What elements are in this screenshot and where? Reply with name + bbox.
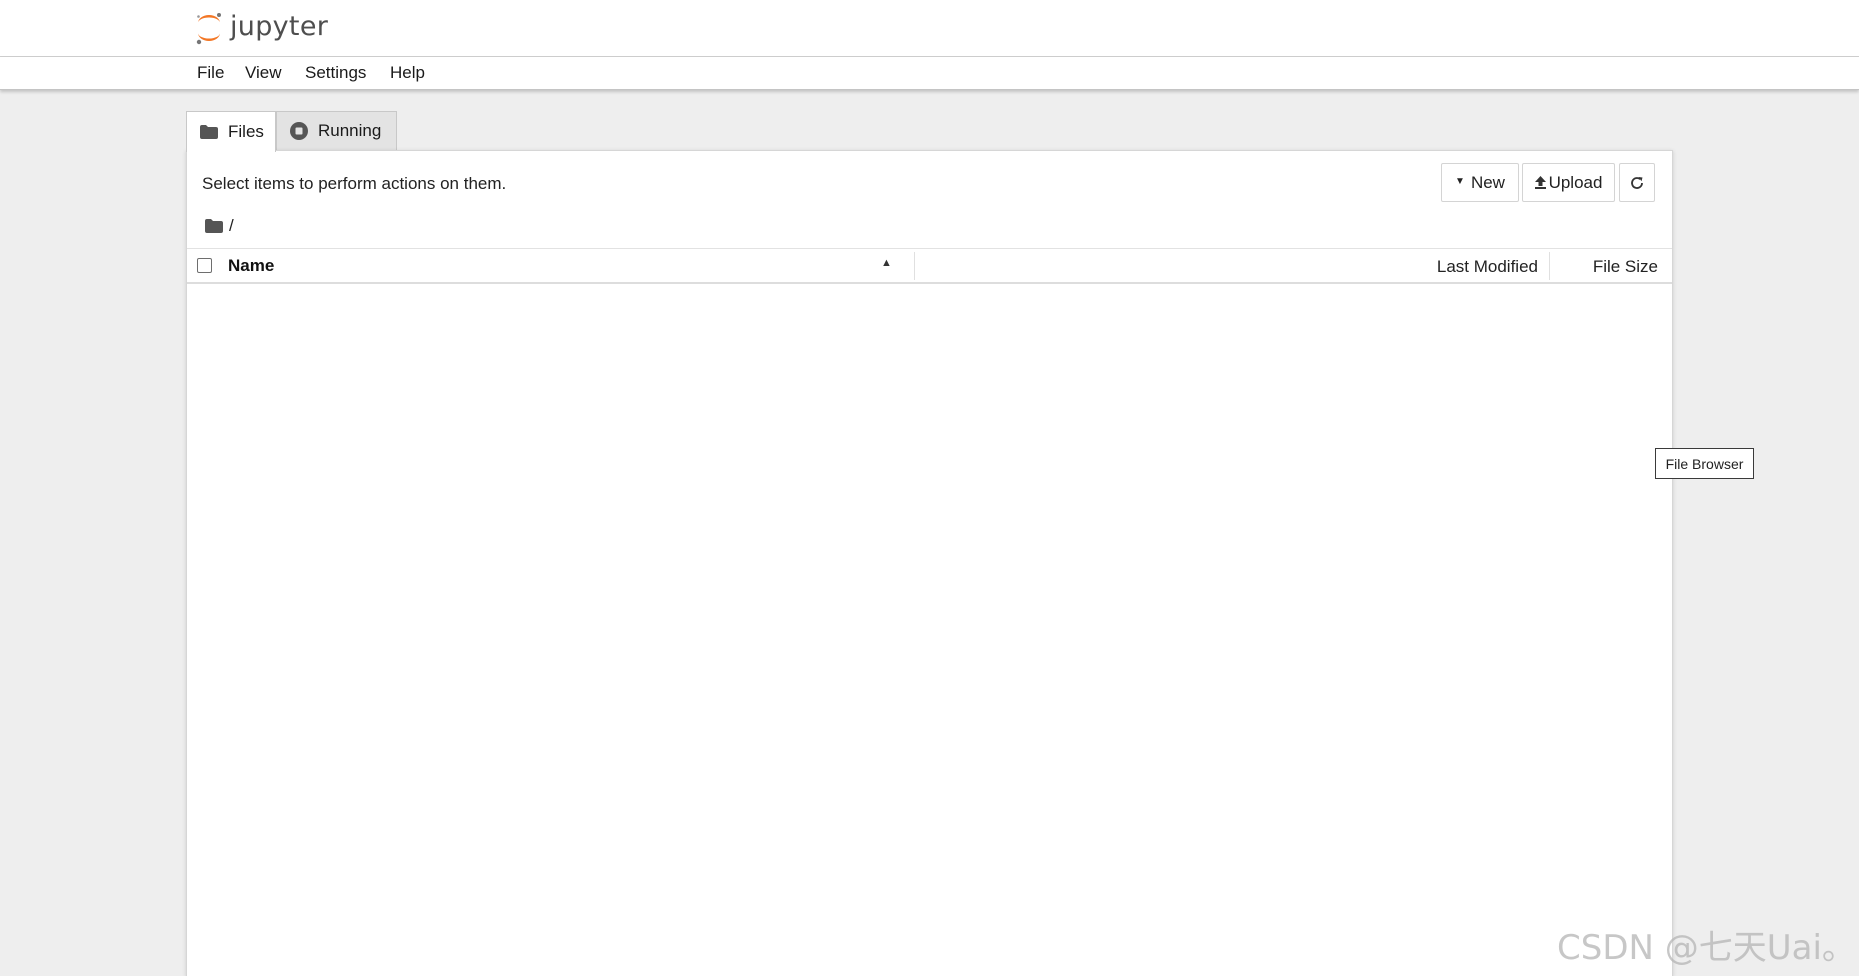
breadcrumb-path[interactable]: / xyxy=(229,216,234,236)
menu-view[interactable]: View xyxy=(245,63,282,83)
upload-icon xyxy=(1534,176,1546,189)
sort-ascending-icon[interactable]: ▲ xyxy=(881,257,892,269)
column-divider[interactable] xyxy=(914,252,915,280)
column-name[interactable]: Name xyxy=(228,256,274,276)
upload-button-label: Upload xyxy=(1548,172,1603,192)
menu-help[interactable]: Help xyxy=(390,63,425,83)
column-last-modified[interactable]: Last Modified xyxy=(1437,257,1538,277)
column-file-size[interactable]: File Size xyxy=(1593,257,1658,277)
jupyter-logo[interactable]: jupyter xyxy=(194,10,328,46)
logo-text: jupyter xyxy=(230,10,329,42)
menu-file[interactable]: File xyxy=(197,63,224,83)
tab-running[interactable]: Running xyxy=(276,111,397,150)
breadcrumb: / xyxy=(205,216,234,236)
file-browser-panel: Select items to perform actions on them.… xyxy=(186,150,1673,976)
new-button-label: New xyxy=(1470,172,1505,192)
tab-running-label: Running xyxy=(318,121,382,140)
tooltip: File Browser xyxy=(1655,448,1754,479)
tab-files[interactable]: Files xyxy=(186,111,276,152)
folder-icon[interactable] xyxy=(205,219,223,233)
selection-hint: Select items to perform actions on them. xyxy=(202,174,507,193)
column-divider[interactable] xyxy=(1549,252,1550,280)
tab-files-label: Files xyxy=(228,122,264,141)
watermark: CSDN @七天Uai。 xyxy=(1557,928,1856,968)
menu-settings[interactable]: Settings xyxy=(305,63,366,83)
menu-bar: File View Settings Help xyxy=(0,57,1859,90)
refresh-button[interactable] xyxy=(1619,163,1655,202)
jupyter-logo-icon xyxy=(196,13,221,45)
top-bar: jupyter xyxy=(0,0,1859,57)
folder-icon xyxy=(200,125,218,139)
new-button[interactable]: ▼ New xyxy=(1441,163,1519,202)
caret-down-icon: ▼ xyxy=(1455,176,1465,187)
file-list-header: Name ▲ Last Modified File Size xyxy=(187,248,1672,284)
stop-circle-icon xyxy=(290,122,308,140)
refresh-icon xyxy=(1630,176,1644,190)
select-all-checkbox[interactable] xyxy=(197,258,212,273)
upload-button[interactable]: Upload xyxy=(1522,163,1615,202)
